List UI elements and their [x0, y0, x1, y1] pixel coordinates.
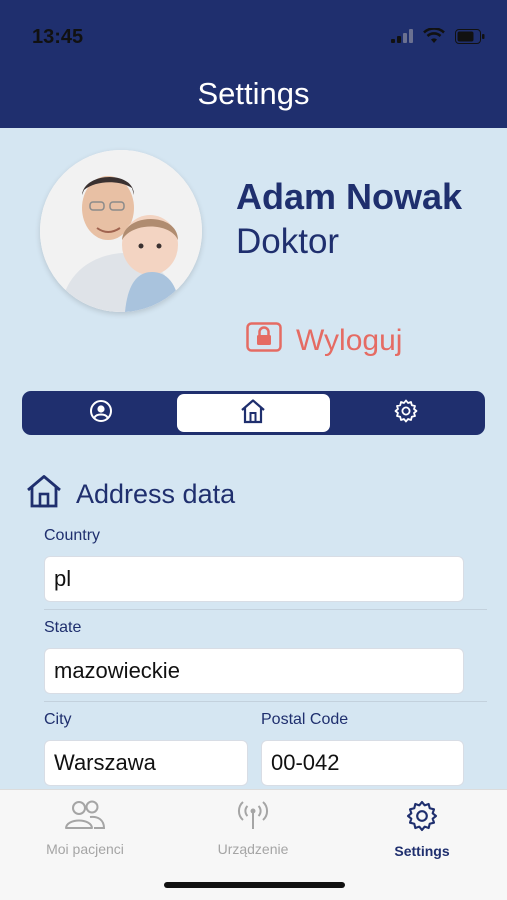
address-section-title: Address data [26, 474, 235, 515]
antenna-icon [236, 800, 270, 833]
country-field[interactable]: pl [44, 556, 464, 602]
page-title: Settings [197, 76, 310, 111]
logout-button[interactable]: Wyloguj [246, 322, 402, 360]
user-name: Adam Nowak [236, 176, 463, 217]
city-label: City [44, 711, 72, 728]
avatar [40, 150, 202, 312]
user-circle-icon [89, 399, 113, 428]
tab-settings-label: Settings [394, 843, 450, 859]
bottom-tab-bar: Moi pacjenci Urządzenie Settings [0, 789, 507, 900]
people-icon [64, 800, 106, 833]
gear-icon [406, 800, 438, 835]
tab-urzadzenie-label: Urządzenie [217, 841, 289, 857]
postal-code-label: Postal Code [261, 711, 349, 728]
header-bar: 13:45 Settings [0, 0, 507, 128]
logout-label: Wyloguj [296, 324, 403, 357]
profile-segmented-control [22, 391, 485, 435]
divider [44, 609, 487, 610]
tab-moi-pacjenci[interactable]: Moi pacjenci [5, 800, 165, 857]
country-label: Country [44, 527, 101, 544]
divider [44, 701, 487, 702]
user-role: Doktor [236, 222, 340, 261]
home-icon [240, 398, 266, 429]
segment-settings[interactable] [330, 394, 482, 432]
city-field[interactable]: Warszawa [44, 740, 248, 786]
tab-settings[interactable]: Settings [342, 800, 502, 859]
address-section-label: Address data [76, 479, 236, 509]
wifi-icon [423, 27, 445, 49]
tab-moi-pacjenci-label: Moi pacjenci [46, 841, 124, 857]
gear-icon [394, 399, 418, 428]
lock-icon [246, 322, 282, 360]
signal-icon [391, 29, 413, 48]
home-icon [26, 474, 62, 515]
postal-code-field[interactable]: 00-042 [261, 740, 464, 786]
home-indicator [164, 882, 345, 888]
status-time: 13:45 [32, 26, 84, 48]
tab-urzadzenie[interactable]: Urządzenie [173, 800, 333, 857]
status-icons [391, 27, 485, 49]
state-label: State [44, 619, 82, 636]
segment-address[interactable] [177, 394, 330, 432]
state-field[interactable]: mazowieckie [44, 648, 464, 694]
segment-profile[interactable] [25, 394, 177, 432]
battery-icon [455, 28, 485, 49]
